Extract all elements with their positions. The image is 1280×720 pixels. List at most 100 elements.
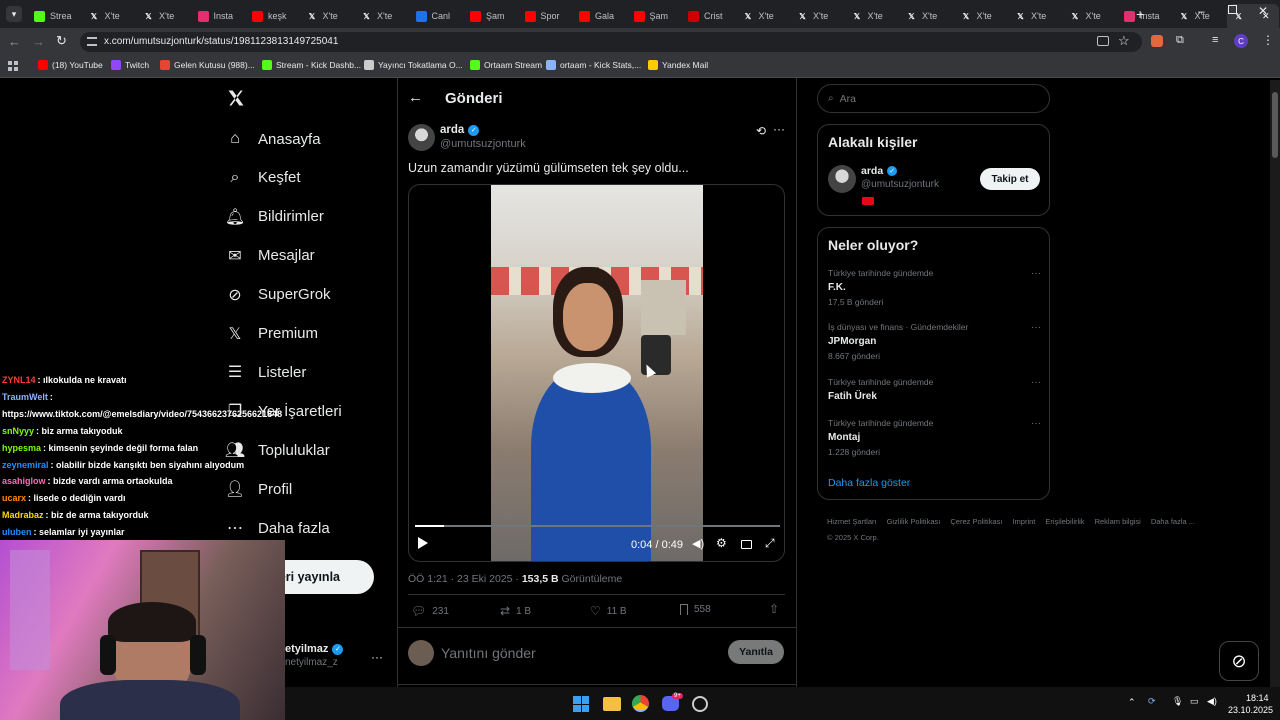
close-window-button[interactable]: ✕: [1258, 4, 1268, 18]
browser-tab[interactable]: 𝕏 X'te: [1009, 4, 1061, 28]
media-control-icon[interactable]: ≡: [1212, 34, 1218, 46]
browser-tab[interactable]: Şam: [464, 4, 516, 28]
browser-tab[interactable]: keşk: [246, 4, 298, 28]
reload-button[interactable]: ↻: [56, 33, 67, 49]
install-app-icon[interactable]: [1097, 36, 1109, 46]
trend-more-icon[interactable]: ···: [1031, 418, 1041, 429]
footer-link[interactable]: Erişilebilirlik: [1045, 517, 1084, 526]
browser-tab[interactable]: Crist: [682, 4, 734, 28]
file-explorer-icon[interactable]: [603, 697, 621, 711]
reply-action[interactable]: 💬︎ 231: [411, 604, 449, 618]
trend-item[interactable]: İş dünyası ve finans · Gündemdekiler JPMo…: [828, 322, 1041, 361]
browser-tab[interactable]: 𝕏 X'te: [301, 4, 353, 28]
footer-link[interactable]: Reklam bilgisi: [1095, 517, 1141, 526]
nav-item[interactable]: 👤︎ Profil: [225, 477, 292, 501]
grok-icon[interactable]: ⟲: [756, 124, 766, 138]
footer-link[interactable]: Hizmet Şartları: [827, 517, 877, 526]
video-progress-track[interactable]: [415, 525, 780, 527]
site-info-icon[interactable]: [87, 37, 97, 46]
trend-more-icon[interactable]: ···: [1031, 377, 1041, 388]
video-player[interactable]: 0:04 / 0:49 ◀) ⚙ ⤢: [408, 184, 785, 562]
forward-button[interactable]: →: [32, 34, 45, 49]
footer-link[interactable]: Daha fazla ...: [1151, 517, 1195, 526]
bookmark-item[interactable]: Yayıncı Tokatlama O...: [364, 60, 463, 70]
nav-item[interactable]: ⋯ Daha fazla: [226, 516, 330, 540]
reply-button[interactable]: Yanıtla: [728, 640, 784, 664]
bookmark-item[interactable]: Stream - Kick Dashb...: [262, 60, 361, 70]
relevant-user[interactable]: arda ✓ @umutsuzjonturk: [861, 165, 939, 190]
post-more-icon[interactable]: ···: [773, 122, 785, 136]
new-tab-button[interactable]: +: [1136, 6, 1144, 22]
reply-input[interactable]: Yanıtını gönder: [441, 645, 536, 661]
relevant-avatar[interactable]: [828, 165, 856, 193]
browser-tab[interactable]: 𝕏 X'te: [846, 4, 898, 28]
bookmark-action[interactable]: 558: [680, 604, 711, 615]
bookmark-item[interactable]: Yandex Mail: [648, 60, 708, 70]
browser-tab[interactable]: Strea: [28, 4, 80, 28]
nav-item[interactable]: ⌂ Anasayfa: [226, 127, 320, 151]
start-button[interactable]: [573, 696, 589, 712]
browser-tab[interactable]: 𝕏 X'te: [83, 4, 135, 28]
speaker-icon[interactable]: ◀): [1207, 696, 1217, 707]
scrollbar-thumb[interactable]: [1272, 92, 1278, 158]
minimize-button[interactable]: –: [1198, 4, 1205, 18]
author-avatar[interactable]: [408, 124, 435, 151]
back-arrow-icon[interactable]: ←: [408, 89, 423, 106]
footer-link[interactable]: Imprint: [1012, 517, 1035, 526]
chrome-icon[interactable]: [632, 695, 649, 712]
trend-item[interactable]: Türkiye tarihinde gündemde F.K. 17,5 B gön…: [828, 268, 1041, 307]
browser-tab[interactable]: Spor: [519, 4, 571, 28]
like-action[interactable]: ♡ 11 B: [590, 604, 627, 618]
apps-grid-icon[interactable]: [8, 61, 18, 71]
trend-more-icon[interactable]: ···: [1031, 322, 1041, 333]
repost-action[interactable]: ⇄ 1 B: [500, 604, 531, 618]
bookmark-item[interactable]: Gelen Kutusu (988)...: [160, 60, 255, 70]
network-icon[interactable]: ▭: [1190, 696, 1199, 707]
star-icon[interactable]: ☆: [1118, 33, 1130, 49]
browser-tab[interactable]: 𝕏 X'te: [355, 4, 407, 28]
browser-tab[interactable]: Gala: [573, 4, 625, 28]
account-more-icon[interactable]: ···: [371, 650, 383, 664]
app-icon[interactable]: [692, 696, 708, 712]
browser-tab[interactable]: Şam: [628, 4, 680, 28]
tab-search-button[interactable]: ▾: [6, 6, 22, 22]
extension-icon[interactable]: [1151, 35, 1163, 47]
browser-tab[interactable]: 𝕏 X'te: [900, 4, 952, 28]
x-logo-icon[interactable]: [226, 88, 246, 113]
bookmark-item[interactable]: (18) YouTube: [38, 60, 103, 70]
taskbar-time[interactable]: 18:14: [1246, 693, 1269, 703]
bookmark-item[interactable]: ortaam - Kick Stats,...: [546, 60, 641, 70]
nav-item[interactable]: 𝕏 Premium: [226, 322, 318, 346]
share-icon[interactable]: ⇧: [769, 602, 779, 616]
nav-item[interactable]: ⊘ SuperGrok: [226, 283, 330, 307]
taskbar-date[interactable]: 23.10.2025: [1228, 705, 1273, 715]
puzzle-icon[interactable]: ⧉: [1176, 34, 1184, 47]
settings-icon[interactable]: ⚙: [716, 536, 727, 550]
footer-link[interactable]: Gizlilik Politikası: [887, 517, 941, 526]
nav-item[interactable]: ☰ Listeler: [226, 360, 307, 384]
trend-more-icon[interactable]: ···: [1031, 268, 1041, 279]
microphone-icon[interactable]: 🎙︎: [1172, 696, 1183, 707]
follow-button[interactable]: Takip et: [980, 168, 1040, 190]
author-info[interactable]: arda ✓ @umutsuzjonturk: [440, 124, 526, 150]
profile-avatar[interactable]: C: [1234, 34, 1248, 48]
nav-item[interactable]: ⌕ Keşfet: [226, 166, 301, 190]
browser-tab[interactable]: 𝕏 X'te: [137, 4, 189, 28]
back-button[interactable]: ←: [8, 34, 21, 49]
post-time[interactable]: ÖÖ 1:21 · 23 Eki 2025 ·: [408, 573, 522, 585]
search-box[interactable]: ⌕ Ara: [817, 84, 1050, 113]
browser-tab[interactable]: 𝕏 X'te: [737, 4, 789, 28]
browser-menu-icon[interactable]: ⋮: [1262, 33, 1274, 47]
browser-tab[interactable]: 𝕏 X'te: [791, 4, 843, 28]
nav-item[interactable]: 🔔︎ Bildirimler: [225, 205, 324, 229]
picture-in-picture-icon[interactable]: [741, 540, 752, 549]
nav-item[interactable]: ✉ Mesajlar: [226, 244, 314, 268]
show-more-link[interactable]: Daha fazla göster: [828, 477, 910, 489]
browser-tab[interactable]: 𝕏 X'te: [955, 4, 1007, 28]
browser-tab[interactable]: 𝕏 X'te: [1064, 4, 1116, 28]
fullscreen-icon[interactable]: ⤢: [765, 536, 775, 551]
volume-icon[interactable]: ◀): [692, 537, 704, 550]
browser-tab[interactable]: Canl: [410, 4, 462, 28]
grok-floating-button[interactable]: ⊘: [1219, 641, 1259, 681]
bookmark-item[interactable]: Ortaam Stream: [470, 60, 542, 70]
